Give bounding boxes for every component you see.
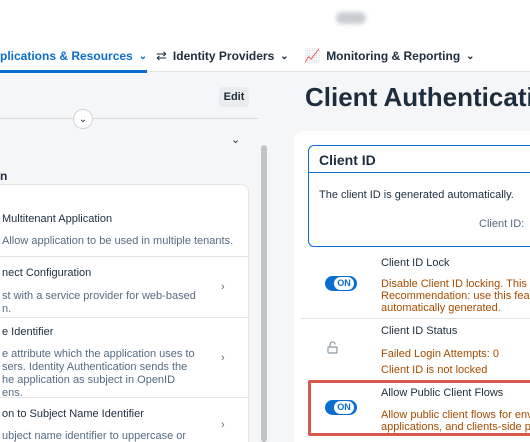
chevron-down-icon: ⌄ (78, 113, 88, 125)
client-id-lock-toggle[interactable]: ON (325, 276, 357, 291)
chart-icon: 📈 (304, 48, 321, 63)
collapse-header-button[interactable]: ⌄ (73, 109, 93, 129)
page-title: Client Authenticati (305, 82, 530, 112)
list-item-description: e attribute which the application uses t… (2, 348, 195, 399)
client-id-status-description: Failed Login Attempts: 0 Client ID is no… (381, 348, 500, 376)
chevron-right-icon: › (221, 352, 225, 364)
tab-applications-resources[interactable]: plications & Resources ⌄ (0, 40, 148, 73)
client-id-lock-description: Disable Client ID locking. This op Recom… (381, 278, 530, 314)
tab-label: Monitoring & Reporting (326, 49, 461, 63)
client-id-lock-title: Client ID Lock (381, 257, 450, 269)
list-item-title: nect Configuration (2, 267, 92, 279)
client-id-title: Client ID (319, 152, 376, 168)
chevron-down-icon: ⌄ (138, 50, 148, 62)
list-item[interactable]: nect Configuration st with a service pro… (0, 257, 250, 318)
tab-identity-providers[interactable]: ⇄ Identity Providers ⌄ (156, 40, 289, 72)
settings-list: Multitenant Application Allow applicatio… (0, 184, 250, 442)
allow-public-client-flows-toggle[interactable]: ON (325, 400, 357, 415)
tab-monitoring-reporting[interactable]: 📈 Monitoring & Reporting ⌄ (304, 40, 475, 72)
list-item[interactable]: Multitenant Application Allow applicatio… (0, 185, 250, 257)
user-avatar-blurred[interactable] (336, 12, 366, 24)
exchange-arrows-icon: ⇄ (156, 48, 167, 63)
section-title: n (0, 169, 8, 183)
divider (0, 118, 258, 119)
list-item-title: Multitenant Application (2, 213, 113, 225)
chevron-down-icon: ⌄ (280, 50, 289, 62)
scrollbar[interactable] (261, 145, 267, 442)
client-id-panel: Client ID The client ID is generated aut… (308, 145, 530, 247)
client-id-status-title: Client ID Status (381, 325, 458, 337)
allow-public-client-flows-description: Allow public client flows for envi appli… (381, 409, 530, 433)
list-item-description: ubject name identifier to uppercase or (2, 430, 187, 442)
list-item-description: st with a service provider for web-based… (2, 290, 196, 315)
navigation-bar: plications & Resources ⌄ ⇄ Identity Prov… (0, 40, 530, 73)
toggle-state-label: ON (334, 277, 354, 290)
client-id-label: Client ID: (479, 218, 525, 230)
allow-public-client-flows-title: Allow Public Client Flows (381, 387, 504, 399)
unlock-icon (327, 341, 338, 354)
chevron-right-icon: › (221, 281, 225, 293)
edit-button[interactable]: Edit (219, 87, 249, 107)
chevron-down-icon[interactable]: ⌄ (231, 133, 240, 146)
tab-label: Identity Providers (172, 49, 275, 63)
application-settings-panel: Edit ⌄ ⌄ n Multitenant Application Allow… (0, 73, 272, 442)
toggle-state-label: ON (334, 401, 354, 414)
divider (300, 318, 530, 319)
list-item-description: Allow application to be used in multiple… (2, 235, 234, 247)
list-item-title: e Identifier (2, 326, 54, 338)
list-item[interactable]: e Identifier e attribute which the appli… (0, 318, 250, 399)
list-item[interactable]: on to Subject Name Identifier ubject nam… (0, 398, 250, 442)
client-id-description: The client ID is generated automatically… (319, 189, 514, 201)
list-item-title: on to Subject Name Identifier (2, 408, 144, 420)
top-shell-bar (0, 0, 530, 40)
chevron-down-icon: ⌄ (466, 50, 475, 62)
tab-label: plications & Resources (0, 49, 133, 63)
chevron-right-icon: › (221, 419, 225, 431)
client-id-header: Client ID (309, 146, 530, 173)
